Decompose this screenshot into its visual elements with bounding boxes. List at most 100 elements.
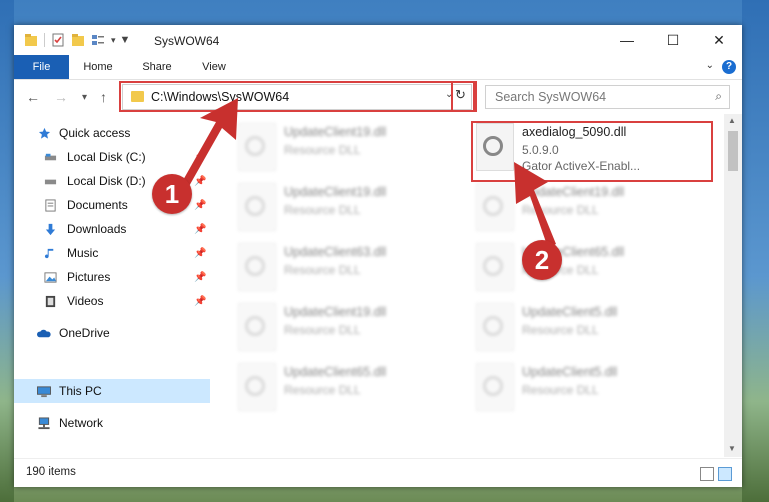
large-icons-view-icon[interactable] xyxy=(718,467,732,481)
tab-share[interactable]: Share xyxy=(135,55,179,79)
forward-button[interactable]: → xyxy=(54,89,68,105)
pin-icon: 📌 xyxy=(194,295,207,307)
up-button[interactable]: ↑ xyxy=(100,89,107,105)
new-folder-icon[interactable] xyxy=(71,33,85,47)
folder-icon[interactable] xyxy=(24,33,38,47)
help-icon[interactable]: ? xyxy=(722,60,736,74)
dll-file-icon xyxy=(238,123,276,171)
sidebar-item-label: This PC xyxy=(59,384,102,398)
recent-locations-button[interactable]: ▾ xyxy=(82,92,87,103)
sidebar-item-label: Pictures xyxy=(67,270,111,284)
pin-icon: 📌 xyxy=(194,271,207,283)
scroll-down-arrow-icon[interactable]: ▼ xyxy=(728,444,736,453)
file-item[interactable]: UpdateClient19.dll Resource DLL xyxy=(238,123,468,179)
sidebar-item-local-disk-c[interactable]: Local Disk (C:) 📌 xyxy=(14,145,210,169)
pin-icon: 📌 xyxy=(194,199,207,211)
sidebar-item-label: Documents xyxy=(67,198,128,212)
file-type: Resource DLL xyxy=(522,383,599,397)
status-bar: 190 items xyxy=(14,458,742,487)
tab-file[interactable]: File xyxy=(14,55,69,79)
gear-icon xyxy=(245,196,265,216)
dropdown-arrow-icon[interactable]: ▼ xyxy=(120,34,131,46)
sidebar-item-label: Quick access xyxy=(59,126,131,140)
sidebar-item-videos[interactable]: Videos 📌 xyxy=(14,289,210,313)
sidebar-item-onedrive[interactable]: OneDrive xyxy=(14,321,210,345)
properties-icon[interactable] xyxy=(51,33,65,47)
sidebar-item-label: Music xyxy=(67,246,99,260)
videos-icon xyxy=(45,295,56,307)
drive-icon xyxy=(44,179,57,184)
cloud-icon xyxy=(36,329,51,337)
sidebar-item-label: Network xyxy=(59,416,104,430)
tab-home[interactable]: Home xyxy=(76,55,120,79)
search-input[interactable]: Search SysWOW64 ⌕ xyxy=(485,85,730,109)
pictures-icon xyxy=(44,271,57,283)
scroll-up-arrow-icon[interactable]: ▲ xyxy=(728,116,736,125)
file-name: UpdateClient63.dll xyxy=(284,245,387,259)
dll-file-icon xyxy=(476,363,514,411)
file-item[interactable]: UpdateClient63.dll Resource DLL xyxy=(238,243,468,299)
navigation-pane: Quick access Local Disk (C:) 📌 Local Dis… xyxy=(14,121,210,451)
desktop-background-left xyxy=(0,0,14,502)
sidebar-item-network[interactable]: Network xyxy=(14,411,210,435)
file-name: UpdateClient19.dll xyxy=(522,185,625,199)
customize-toolbar-icon[interactable] xyxy=(91,33,105,47)
file-item[interactable]: UpdateClient19.dll Resource DLL xyxy=(476,183,706,239)
step-2-badge: 2 xyxy=(522,240,562,280)
file-item[interactable]: UpdateClient19.dll Resource DLL xyxy=(238,183,468,239)
refresh-highlight-box xyxy=(451,81,477,112)
pin-icon: 📌 xyxy=(194,223,207,235)
gear-icon xyxy=(245,376,265,396)
sidebar-item-pictures[interactable]: Pictures 📌 xyxy=(14,265,210,289)
ribbon-tabs: File Home Share View ⌄ ? xyxy=(14,55,742,80)
file-name: UpdateClient5.dll xyxy=(522,365,618,379)
file-name: UpdateClient19.dll xyxy=(284,305,387,319)
toolbar-divider xyxy=(44,33,45,47)
minimize-button[interactable]: — xyxy=(604,25,650,55)
search-icon[interactable]: ⌕ xyxy=(715,89,722,104)
file-name: UpdateClient65.dll xyxy=(284,365,387,379)
file-name: UpdateClient19.dll xyxy=(284,125,387,139)
pin-icon: 📌 xyxy=(194,247,207,259)
expand-ribbon-icon[interactable]: ⌄ xyxy=(706,60,714,71)
details-view-icon[interactable] xyxy=(700,467,714,481)
gear-icon xyxy=(483,196,503,216)
back-button[interactable]: ← xyxy=(26,89,40,105)
file-item[interactable]: UpdateClient19.dll Resource DLL xyxy=(238,303,468,359)
downloads-icon xyxy=(45,223,56,235)
step-1-badge: 1 xyxy=(152,174,192,214)
maximize-button[interactable]: ☐ xyxy=(650,25,696,55)
sidebar-item-downloads[interactable]: Downloads 📌 xyxy=(14,217,210,241)
sidebar-item-music[interactable]: Music 📌 xyxy=(14,241,210,265)
sidebar-item-this-pc[interactable]: This PC xyxy=(14,379,210,403)
file-type: Resource DLL xyxy=(284,323,361,337)
gear-icon xyxy=(245,316,265,336)
gear-icon xyxy=(483,256,503,276)
file-highlight-box xyxy=(471,121,713,182)
vertical-scrollbar[interactable]: ▲ ▼ xyxy=(724,114,742,457)
dll-file-icon xyxy=(238,303,276,351)
file-type: Resource DLL xyxy=(284,203,361,217)
item-count: 190 items xyxy=(26,466,76,478)
desktop-background-right xyxy=(742,0,769,502)
file-item[interactable]: UpdateClient5.dll Resource DLL xyxy=(476,363,706,419)
chevron-down-icon[interactable]: ▾ xyxy=(111,35,116,46)
sidebar-item-quick-access[interactable]: Quick access xyxy=(14,121,210,145)
close-button[interactable]: ✕ xyxy=(696,25,742,55)
tab-view[interactable]: View xyxy=(192,55,236,79)
gear-icon xyxy=(245,136,265,156)
dll-file-icon xyxy=(476,303,514,351)
sidebar-item-label: Local Disk (D:) xyxy=(67,174,146,188)
file-item[interactable]: UpdateClient65.dll Resource DLL xyxy=(476,243,706,299)
file-item[interactable]: UpdateClient5.dll Resource DLL xyxy=(476,303,706,359)
documents-icon xyxy=(45,198,56,212)
drive-icon xyxy=(44,153,57,160)
file-item[interactable]: UpdateClient65.dll Resource DLL xyxy=(238,363,468,419)
network-icon xyxy=(38,416,50,429)
sidebar-item-label: Downloads xyxy=(67,222,127,236)
scrollbar-thumb[interactable] xyxy=(728,131,738,171)
file-name: UpdateClient19.dll xyxy=(284,185,387,199)
music-icon xyxy=(44,248,54,258)
computer-icon xyxy=(37,385,51,397)
file-type: Resource DLL xyxy=(522,203,599,217)
